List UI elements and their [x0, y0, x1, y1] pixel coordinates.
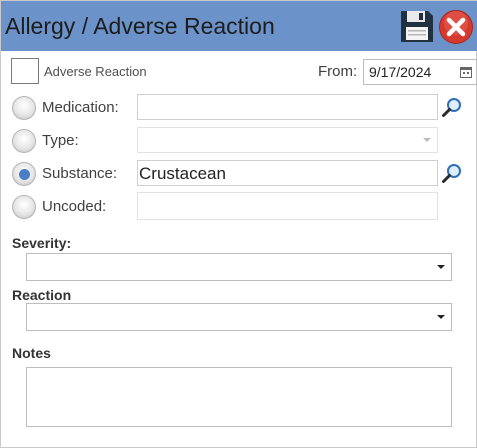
save-button[interactable]	[399, 8, 435, 44]
notes-label: Notes	[12, 345, 51, 361]
reaction-label: Reaction	[12, 287, 72, 303]
from-date-value: 9/17/2024	[369, 64, 432, 80]
reaction-chevron-down-icon	[437, 315, 445, 319]
calendar-icon[interactable]	[460, 66, 472, 78]
uncoded-label: Uncoded:	[42, 198, 107, 215]
close-button[interactable]	[438, 9, 474, 45]
substance-radio[interactable]	[12, 162, 36, 186]
reaction-dropdown[interactable]	[26, 303, 452, 331]
medication-radio[interactable]	[12, 96, 36, 120]
radio-selected-dot	[19, 169, 30, 180]
allergy-dialog: Allergy / Adverse Reaction Adverse React…	[0, 0, 477, 448]
uncoded-field[interactable]	[137, 192, 438, 220]
severity-label: Severity:	[12, 235, 72, 251]
type-radio[interactable]	[12, 129, 36, 153]
adverse-reaction-label: Adverse Reaction	[44, 64, 147, 79]
severity-dropdown[interactable]	[26, 253, 452, 281]
substance-value: Crustacean	[139, 164, 226, 183]
medication-field[interactable]	[137, 94, 438, 120]
medication-label: Medication:	[42, 99, 119, 116]
uncoded-radio[interactable]	[12, 195, 36, 219]
floppy-disk-icon	[401, 11, 433, 42]
from-date-field[interactable]: 9/17/2024	[363, 59, 477, 85]
type-label: Type:	[42, 132, 79, 149]
notes-textarea[interactable]	[26, 367, 452, 427]
substance-search-icon[interactable]	[441, 162, 463, 184]
substance-field[interactable]: Crustacean	[137, 160, 438, 186]
substance-label: Substance:	[42, 165, 118, 182]
close-icon	[439, 10, 473, 44]
title-bar: Allergy / Adverse Reaction	[1, 1, 477, 51]
adverse-reaction-checkbox[interactable]	[11, 58, 39, 84]
type-dropdown[interactable]	[137, 127, 438, 153]
severity-chevron-down-icon	[437, 265, 445, 269]
dialog-title: Allergy / Adverse Reaction	[5, 13, 275, 39]
type-chevron-down-icon	[423, 138, 431, 142]
medication-search-icon[interactable]	[441, 96, 463, 118]
from-label: From:	[318, 63, 358, 80]
